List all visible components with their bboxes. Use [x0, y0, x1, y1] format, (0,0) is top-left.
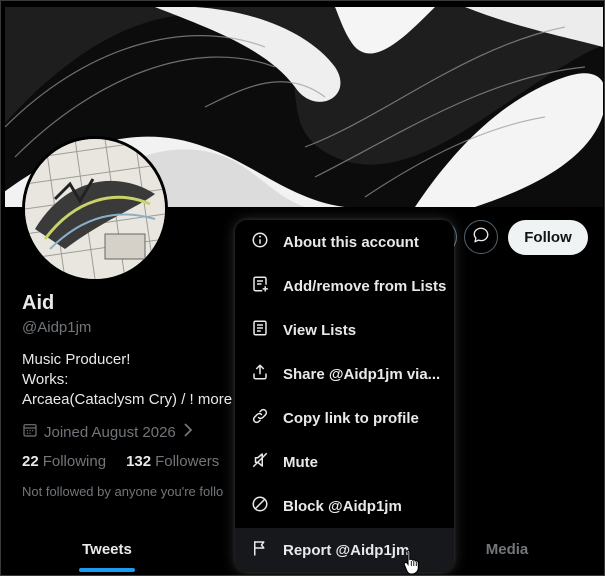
bio-line: Music Producer!	[22, 351, 131, 368]
following-label: Following	[42, 453, 107, 470]
calendar-icon	[22, 422, 38, 442]
message-button[interactable]	[464, 220, 498, 254]
message-icon	[472, 226, 490, 249]
menu-item-label: Block @Aidp1jm	[283, 497, 402, 515]
joined-date: Joined August 2026	[22, 422, 194, 442]
bio-line: Arcaea(Cataclysm Cry) / ! more	[22, 391, 233, 408]
followers-label: Followers	[155, 453, 220, 470]
menu-item-share[interactable]: Share @Aidp1jm via...	[235, 352, 454, 396]
active-tab-indicator	[79, 568, 135, 572]
profile-avatar[interactable]	[22, 136, 168, 282]
profile-bio: Music Producer! Works: Arcaea(Cataclysm …	[22, 350, 262, 410]
profile-name: Aid	[22, 292, 55, 314]
bio-line: Works:	[22, 371, 69, 388]
menu-item-view-lists[interactable]: View Lists	[235, 308, 454, 352]
block-icon	[251, 495, 269, 517]
menu-item-about[interactable]: About this account	[235, 220, 454, 264]
flag-icon	[251, 539, 269, 561]
profile-handle: @Aidp1jm	[22, 319, 92, 336]
menu-item-label: Copy link to profile	[283, 409, 419, 427]
chevron-right-icon[interactable]	[182, 423, 194, 441]
menu-item-label: Report @Aidp1jm	[283, 541, 410, 559]
menu-item-copy-link[interactable]: Copy link to profile	[235, 396, 454, 440]
not-followed-note: Not followed by anyone you're follo	[22, 484, 224, 499]
followers-link[interactable]: 132 Followers	[126, 453, 219, 470]
followers-count: 132	[126, 453, 152, 470]
menu-item-add-remove-lists[interactable]: Add/remove from Lists	[235, 264, 454, 308]
mute-icon	[251, 451, 269, 473]
tab-media[interactable]: Media	[461, 523, 553, 575]
hand-cursor-icon	[403, 549, 421, 575]
menu-item-label: About this account	[283, 233, 419, 251]
menu-item-block[interactable]: Block @Aidp1jm	[235, 484, 454, 528]
joined-label: Joined August 2026	[44, 423, 176, 441]
list-icon	[251, 319, 269, 341]
list-add-icon	[251, 275, 269, 297]
follow-stats: 22 Following 132 Followers	[22, 453, 219, 470]
more-options-menu: About this account Add/remove from Lists…	[235, 220, 454, 572]
following-count: 22	[22, 453, 39, 470]
profile-page: Follow Aid @Aidp1jm Music Producer! Work…	[0, 0, 605, 576]
link-icon	[251, 407, 269, 429]
follow-button[interactable]: Follow	[508, 220, 588, 255]
menu-item-report[interactable]: Report @Aidp1jm	[235, 528, 454, 572]
following-link[interactable]: 22 Following	[22, 453, 106, 470]
menu-item-label: Add/remove from Lists	[283, 277, 447, 295]
menu-item-mute[interactable]: Mute	[235, 440, 454, 484]
menu-item-label: Mute	[283, 453, 318, 471]
info-icon	[251, 231, 269, 253]
share-icon	[251, 363, 269, 385]
menu-item-label: View Lists	[283, 321, 357, 339]
menu-item-label: Share @Aidp1jm via...	[283, 365, 441, 383]
